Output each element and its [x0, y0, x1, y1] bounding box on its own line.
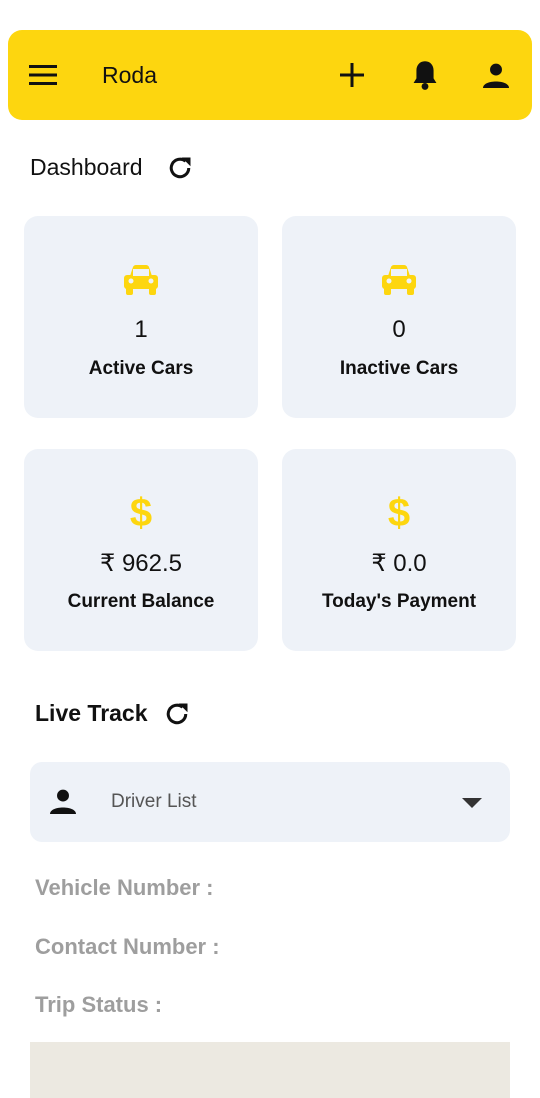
app-title: Roda — [102, 62, 157, 88]
inactive-cars-card[interactable]: 0 Inactive Cars — [282, 216, 516, 418]
map-view[interactable] — [30, 1042, 510, 1098]
current-balance-label: Current Balance — [67, 591, 215, 612]
car-icon — [282, 260, 516, 300]
menu-icon[interactable] — [28, 30, 58, 120]
driver-list-placeholder: Driver List — [111, 791, 197, 812]
vehicle-number-label: Vehicle Number : — [35, 875, 214, 900]
account-icon[interactable] — [482, 30, 510, 120]
contact-number-label: Contact Number : — [35, 934, 220, 959]
todays-payment-label: Today's Payment — [321, 591, 477, 612]
bell-icon[interactable] — [410, 30, 440, 120]
driver-list-dropdown[interactable]: Driver List — [30, 762, 510, 842]
inactive-cars-count: 0 — [392, 316, 406, 343]
app-bar: Roda — [8, 30, 532, 120]
live-track-title: Live Track — [35, 700, 148, 726]
person-icon — [50, 788, 76, 819]
active-cars-count: 1 — [134, 316, 148, 343]
dollar-icon: $ — [129, 491, 153, 535]
todays-payment-card[interactable]: $ ₹ 0.0 Today's Payment — [282, 449, 516, 651]
dollar-icon: $ — [387, 491, 411, 535]
dashboard-refresh-icon[interactable] — [165, 153, 195, 183]
chevron-down-icon[interactable] — [462, 798, 482, 808]
current-balance-card[interactable]: $ ₹ 962.5 Current Balance — [24, 449, 258, 651]
dashboard-title: Dashboard — [30, 154, 143, 180]
car-icon — [24, 260, 258, 300]
current-balance-value: ₹ 962.5 — [100, 550, 182, 577]
active-cars-card[interactable]: 1 Active Cars — [24, 216, 258, 418]
add-icon[interactable] — [339, 30, 365, 120]
inactive-cars-label: Inactive Cars — [339, 358, 459, 379]
live-track-refresh-icon[interactable] — [162, 699, 192, 729]
todays-payment-value: ₹ 0.0 — [371, 550, 427, 577]
trip-status-label: Trip Status : — [35, 992, 163, 1017]
active-cars-label: Active Cars — [88, 358, 194, 379]
